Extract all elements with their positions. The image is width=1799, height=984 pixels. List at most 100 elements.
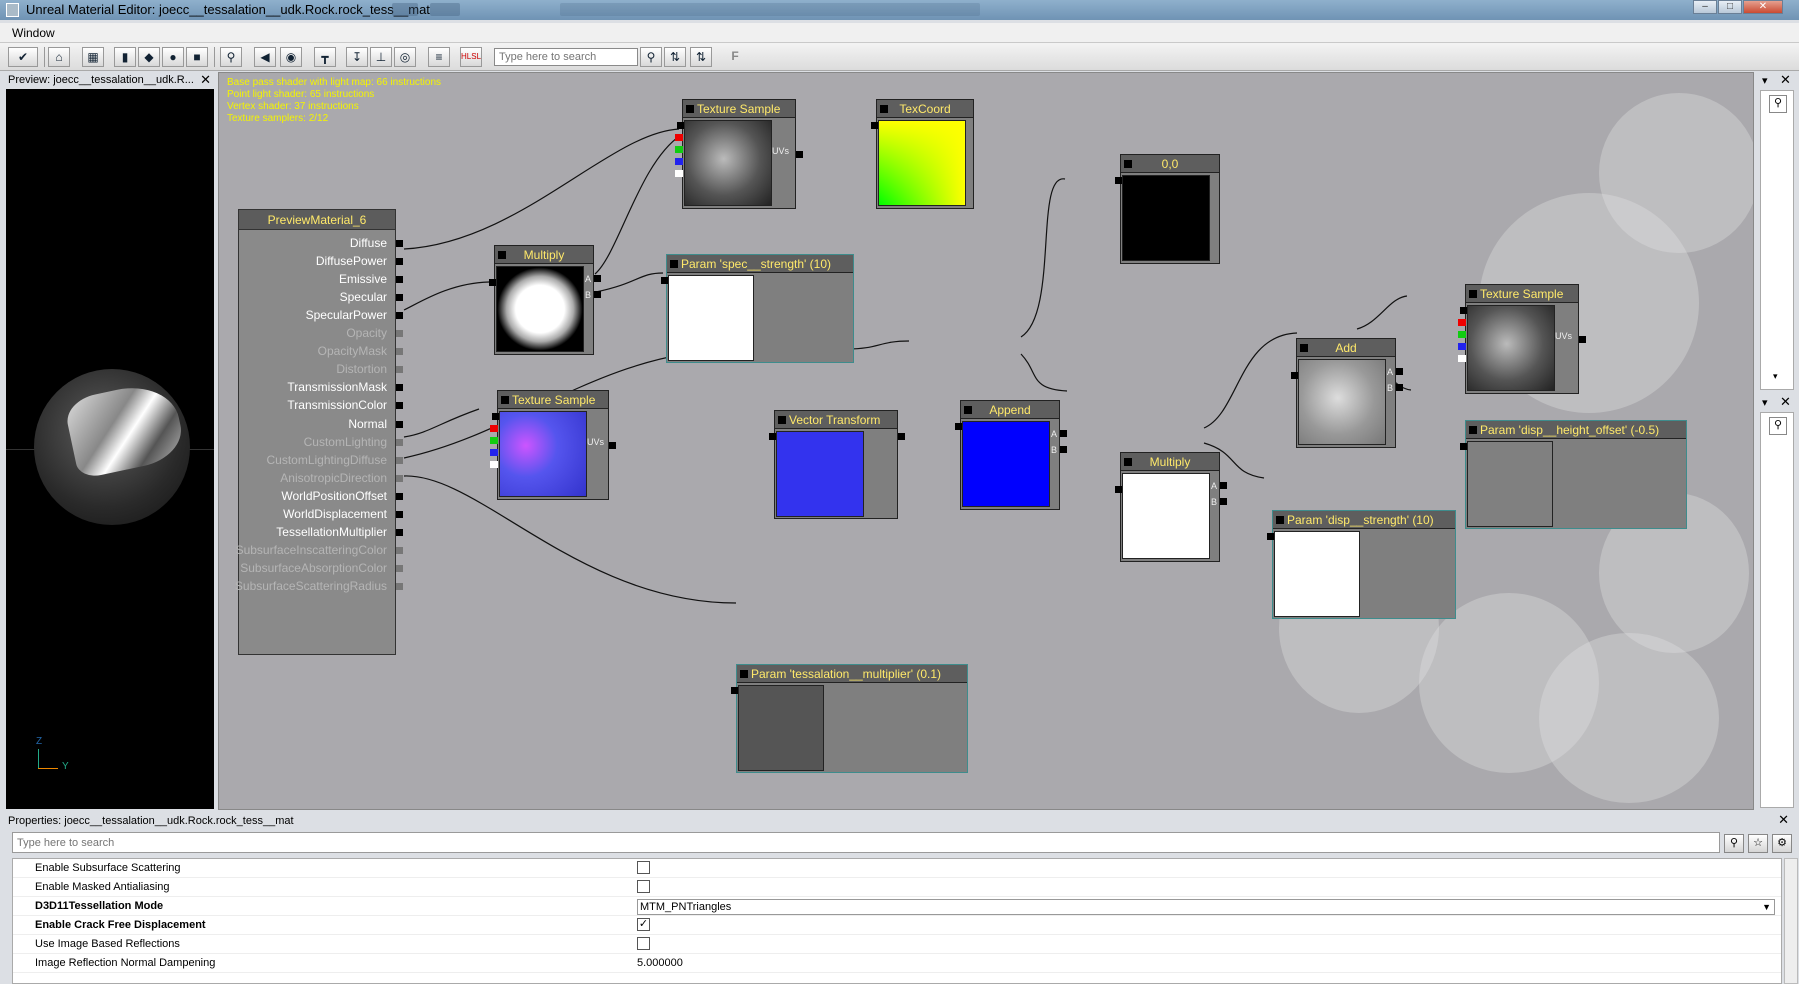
output-pin[interactable] <box>731 687 738 694</box>
panel-menu-icon[interactable]: ▾ <box>1762 74 1768 87</box>
output-pin[interactable] <box>492 413 499 420</box>
input-b-pin[interactable] <box>594 291 601 298</box>
input-pin[interactable] <box>396 294 403 302</box>
search-find-icon[interactable]: ⚲ <box>640 47 662 67</box>
plane-icon[interactable]: ■ <box>186 47 208 67</box>
red-pin[interactable] <box>490 425 498 432</box>
height-offset-param-node[interactable]: Param 'disp__height_offset' (-0.5) <box>1460 420 1687 529</box>
output-pin[interactable] <box>769 433 776 440</box>
property-checkbox[interactable] <box>637 861 650 874</box>
close-window-button[interactable]: ✕ <box>1743 0 1783 14</box>
alpha-pin[interactable] <box>1458 355 1466 362</box>
apply-icon[interactable]: ✔ <box>8 47 38 67</box>
output-pin[interactable] <box>1115 177 1122 184</box>
minimize-button[interactable]: – <box>1693 0 1717 14</box>
input-pin[interactable] <box>396 240 403 247</box>
input-pin[interactable] <box>396 276 403 284</box>
preview-close-button[interactable]: ✕ <box>200 72 211 88</box>
input-pin[interactable] <box>396 492 403 500</box>
property-checkbox[interactable]: ✓ <box>637 918 650 931</box>
zoom-icon[interactable]: ⚲ <box>220 47 242 67</box>
back-icon[interactable]: ◀ <box>254 47 276 67</box>
texcoord-node[interactable]: TexCoord <box>871 99 974 209</box>
blue-pin[interactable] <box>675 158 683 165</box>
texture-sample-node[interactable]: Texture Sample UVs <box>1458 284 1586 394</box>
spec-strength-param-node[interactable]: Param 'spec__strength' (10) <box>661 254 854 363</box>
grid-icon[interactable]: ▦ <box>82 47 104 67</box>
red-pin[interactable] <box>1458 319 1466 326</box>
input-a-pin[interactable] <box>1060 430 1067 437</box>
output-pin[interactable] <box>1460 443 1467 450</box>
output-pin[interactable] <box>1115 486 1122 493</box>
normal-texture-sample-node[interactable]: Texture Sample UVs <box>490 390 616 500</box>
input-b-pin[interactable] <box>1396 384 1403 391</box>
input-pin[interactable] <box>396 438 403 446</box>
input-pin[interactable] <box>396 564 403 572</box>
multiply-node[interactable]: Multiply A B <box>1115 452 1227 562</box>
input-a-pin[interactable] <box>594 275 601 282</box>
node-icon[interactable]: ┳ <box>314 47 336 67</box>
properties-search-input[interactable] <box>12 832 1720 853</box>
multiply-node[interactable]: Multiply A B <box>489 245 601 355</box>
output-pin[interactable] <box>871 122 878 129</box>
append-node[interactable]: Append A B <box>955 400 1067 510</box>
output-pin[interactable] <box>955 423 962 430</box>
property-value[interactable]: 5.000000 <box>637 957 683 969</box>
output-pin[interactable] <box>1460 307 1467 314</box>
eye-icon[interactable]: ◎ <box>394 47 416 67</box>
search-results-panel[interactable]: ⚲ <box>1760 412 1794 808</box>
cube-icon[interactable]: ◆ <box>138 47 160 67</box>
alpha-pin[interactable] <box>490 461 498 468</box>
blue-pin[interactable] <box>490 449 498 456</box>
clean-icon[interactable]: ⊥ <box>370 47 392 67</box>
input-pin[interactable] <box>396 546 403 554</box>
panel-close-icon[interactable]: ✕ <box>1780 394 1791 410</box>
disp-strength-param-node[interactable]: Param 'disp__strength' (10) <box>1267 510 1456 619</box>
red-pin[interactable] <box>675 134 683 141</box>
chevron-down-icon[interactable]: ▼ <box>1762 900 1771 914</box>
output-pin[interactable] <box>677 122 684 129</box>
input-pin[interactable] <box>898 433 905 440</box>
uvs-pin[interactable] <box>609 442 616 449</box>
scroll-down-icon[interactable]: ▾ <box>1773 371 1778 382</box>
output-pin[interactable] <box>1267 533 1274 540</box>
stats-icon[interactable]: ≡ <box>428 47 450 67</box>
tessellation-multiplier-param-node[interactable]: Param 'tessalation__multiplier' (0.1) <box>731 664 968 773</box>
panel-menu-icon[interactable]: ▾ <box>1762 396 1768 409</box>
fit-icon[interactable]: ↧ <box>346 47 368 67</box>
add-node[interactable]: Add A B <box>1291 338 1403 448</box>
input-a-pin[interactable] <box>1396 368 1403 375</box>
uvs-pin[interactable] <box>1579 336 1586 343</box>
properties-close-button[interactable]: ✕ <box>1778 812 1789 828</box>
property-checkbox[interactable] <box>637 937 650 950</box>
green-pin[interactable] <box>1458 331 1466 338</box>
input-pin[interactable] <box>396 510 403 518</box>
texture-sample-node[interactable]: Texture Sample UVs <box>675 99 803 209</box>
input-pin[interactable] <box>396 348 403 356</box>
preview-viewport[interactable]: Z Y <box>6 89 214 809</box>
input-a-pin[interactable] <box>1220 482 1227 489</box>
maximize-button[interactable]: □ <box>1718 0 1742 14</box>
property-checkbox[interactable] <box>637 880 650 893</box>
output-pin[interactable] <box>1291 372 1298 379</box>
input-b-pin[interactable] <box>1060 446 1067 453</box>
palette-panel[interactable]: ⚲ ▾ <box>1760 90 1794 390</box>
cylinder-icon[interactable]: ▮ <box>114 47 136 67</box>
sphere-icon[interactable]: ● <box>162 47 184 67</box>
input-pin[interactable] <box>396 258 403 266</box>
input-pin[interactable] <box>396 456 403 464</box>
material-graph-canvas[interactable]: Base pass shader with light map: 66 inst… <box>218 72 1754 810</box>
realtime-icon[interactable]: ◉ <box>280 47 302 67</box>
home-icon[interactable]: ⌂ <box>48 47 70 67</box>
output-pin[interactable] <box>489 279 496 286</box>
font-icon[interactable]: F <box>724 47 746 67</box>
search-icon[interactable]: ⚲ <box>1769 417 1787 435</box>
green-pin[interactable] <box>675 146 683 153</box>
menu-window[interactable]: Window <box>12 26 55 40</box>
properties-scrollbar[interactable] <box>1784 858 1798 984</box>
vector-transform-node[interactable]: Vector Transform <box>769 410 905 519</box>
hlsl-icon[interactable]: HLSL <box>460 47 482 67</box>
input-pin[interactable] <box>396 402 403 410</box>
uvs-pin[interactable] <box>796 151 803 158</box>
search-icon[interactable]: ⚲ <box>1769 95 1787 113</box>
